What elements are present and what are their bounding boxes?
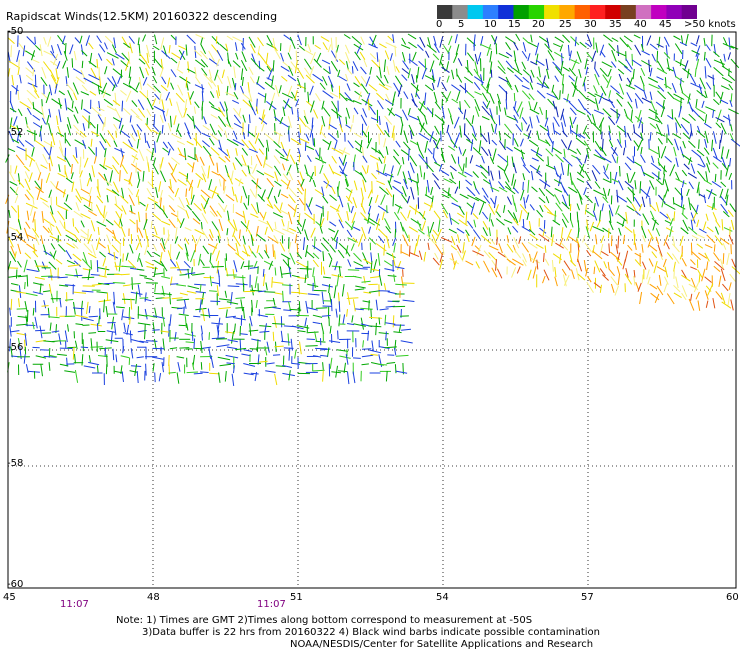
lon-tick-label: 45 — [3, 592, 16, 603]
colorbar-segment — [529, 5, 545, 19]
colorbar-segment — [575, 5, 591, 19]
colorbar-segment — [483, 5, 499, 19]
colorbar-segment — [544, 5, 560, 19]
note-line-1: Note: 1) Times are GMT 2)Times along bot… — [116, 615, 532, 627]
colorbar-label: 5 — [458, 19, 464, 30]
colorbar-segment — [621, 5, 637, 19]
colorbar-label: 35 — [609, 19, 622, 30]
colorbar-segment — [636, 5, 652, 19]
colorbar-label: 20 — [532, 19, 545, 30]
colorbar-segment — [590, 5, 606, 19]
colorbar-segment — [468, 5, 484, 19]
colorbar-label: 45 — [659, 19, 672, 30]
wind-speed-colorbar — [437, 5, 697, 19]
colorbar-label: >50 knots — [684, 19, 736, 30]
colorbar-segment — [452, 5, 468, 19]
colorbar-label: 0 — [436, 19, 442, 30]
lat-tick-label: -58 — [7, 458, 23, 469]
lat-tick-label: -52 — [7, 127, 23, 138]
colorbar-segment — [605, 5, 621, 19]
colorbar-segment — [498, 5, 514, 19]
colorbar-segment — [513, 5, 529, 19]
colorbar-segment — [666, 5, 682, 19]
lon-tick-label: 60 — [726, 592, 739, 603]
lat-tick-label: -56 — [7, 342, 23, 353]
colorbar-segment — [559, 5, 575, 19]
measurement-time: 11:07 — [60, 599, 89, 610]
lon-tick-label: 48 — [147, 592, 160, 603]
lat-tick-label: -60 — [7, 579, 23, 590]
wind-map — [0, 0, 740, 650]
lat-tick-label: -54 — [7, 232, 23, 243]
colorbar-label: 15 — [508, 19, 521, 30]
lat-tick-label: -50 — [7, 26, 23, 37]
measurement-time: 11:07 — [257, 599, 286, 610]
colorbar-segment — [682, 5, 697, 19]
lon-tick-label: 51 — [290, 592, 303, 603]
colorbar-label: 25 — [559, 19, 572, 30]
wind-barb-swath — [6, 34, 740, 386]
colorbar-label: 40 — [634, 19, 647, 30]
colorbar-segment — [437, 5, 453, 19]
colorbar-segment — [651, 5, 667, 19]
lon-tick-label: 54 — [436, 592, 449, 603]
colorbar-label: 10 — [484, 19, 497, 30]
note-line-3: NOAA/NESDIS/Center for Satellite Applica… — [290, 639, 593, 651]
colorbar-label: 30 — [584, 19, 597, 30]
colorbar-labels: 0 5 10 15 20 25 30 35 40 45 >50 knots — [0, 19, 740, 33]
note-line-2: 3)Data buffer is 22 hrs from 20160322 4)… — [142, 627, 600, 639]
lon-tick-label: 57 — [581, 592, 594, 603]
